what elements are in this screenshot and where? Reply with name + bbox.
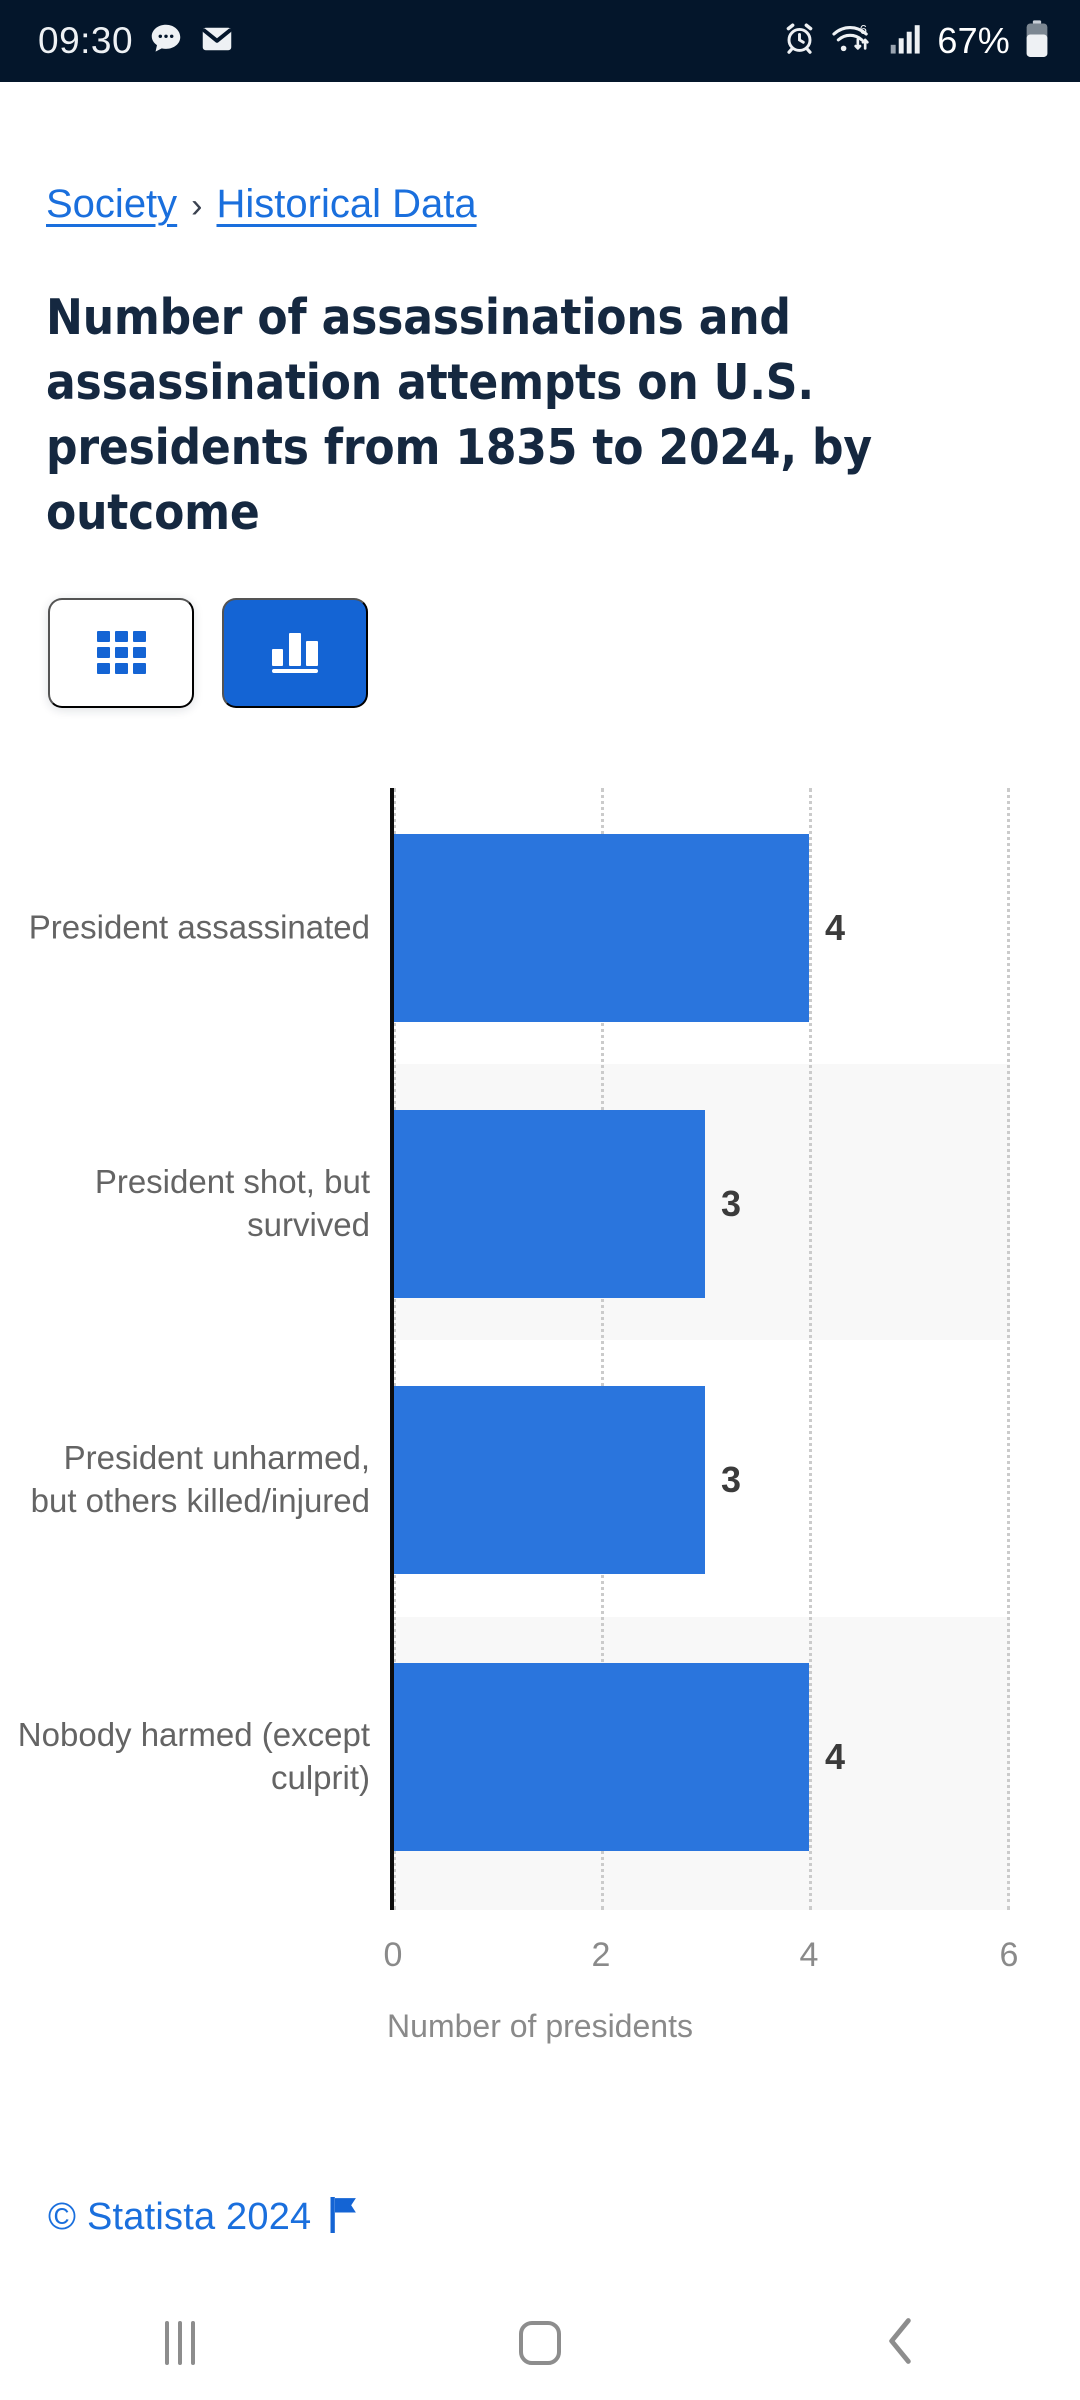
breadcrumb: Society › Historical Data bbox=[46, 182, 1080, 227]
bar-nobody-harmed[interactable] bbox=[393, 1662, 809, 1851]
battery-icon bbox=[1024, 19, 1050, 63]
bar-chart-icon bbox=[272, 631, 318, 675]
breadcrumb-separator: › bbox=[191, 187, 203, 225]
home-icon bbox=[519, 2321, 561, 2365]
plot-area bbox=[393, 787, 1010, 1910]
gridline-6 bbox=[1007, 787, 1010, 1910]
gridline-4 bbox=[809, 787, 812, 1910]
status-bar-left: 09:30 bbox=[38, 20, 235, 63]
page-content: Society › Historical Data Number of assa… bbox=[0, 82, 1080, 2044]
breadcrumb-item-society[interactable]: Society bbox=[46, 182, 177, 227]
svg-text:6: 6 bbox=[860, 22, 867, 37]
x-axis-ticks: 0 2 4 6 bbox=[0, 1936, 1080, 1996]
footer: © Statista 2024 bbox=[48, 2196, 359, 2239]
view-toggle-group bbox=[48, 597, 1080, 708]
x-tick-0: 0 bbox=[383, 1935, 403, 1974]
status-bar-clock: 09:30 bbox=[38, 20, 134, 61]
status-bar-right: 6 67% bbox=[782, 19, 1050, 63]
category-label-nobody-harmed: Nobody harmed (except culprit) bbox=[17, 1715, 370, 1796]
x-tick-6: 6 bbox=[999, 1935, 1019, 1974]
chart-inner: 4 3 3 4 President assassinated President… bbox=[0, 770, 1080, 2044]
android-nav-bar bbox=[0, 2286, 1080, 2400]
phone-screen: 09:30 6 67% Society › Historical Data Nu… bbox=[0, 0, 1080, 2400]
status-bar: 09:30 6 67% bbox=[0, 0, 1080, 82]
back-chevron-icon bbox=[877, 2315, 923, 2372]
signal-bars-icon bbox=[889, 23, 923, 60]
message-bubble-icon bbox=[147, 20, 185, 63]
copyright-label: © Statista 2024 bbox=[48, 2196, 312, 2238]
category-label-president-shot-survived: President shot, but survived bbox=[94, 1162, 370, 1243]
table-view-button[interactable] bbox=[48, 597, 194, 708]
alarm-icon bbox=[782, 21, 817, 61]
email-icon bbox=[199, 21, 235, 62]
page-title: Number of assassinations and assassinati… bbox=[46, 289, 872, 542]
nav-back-button[interactable] bbox=[720, 2315, 1080, 2372]
bar-president-unharmed-others-killed[interactable] bbox=[393, 1385, 705, 1574]
grid-icon bbox=[96, 631, 146, 675]
breadcrumb-item-historical-data[interactable]: Historical Data bbox=[217, 182, 477, 227]
y-axis-line bbox=[390, 787, 394, 1910]
battery-percent-label: 67% bbox=[937, 20, 1010, 61]
nav-home-button[interactable] bbox=[360, 2321, 720, 2365]
nav-recents-button[interactable] bbox=[0, 2321, 360, 2365]
category-label-president-unharmed: President unharmed, but others killed/in… bbox=[30, 1438, 370, 1519]
recents-icon bbox=[165, 2321, 195, 2365]
x-tick-2: 2 bbox=[591, 1935, 611, 1974]
flag-icon[interactable] bbox=[329, 2197, 359, 2238]
wifi-6-icon: 6 bbox=[831, 21, 875, 62]
x-axis-label: Number of presidents bbox=[387, 2007, 693, 2044]
chart-view-button[interactable] bbox=[222, 597, 368, 708]
bar-president-assassinated[interactable] bbox=[393, 833, 809, 1022]
bar-president-shot-survived[interactable] bbox=[393, 1109, 705, 1298]
category-label-president-assassinated: President assassinated bbox=[28, 908, 370, 946]
x-tick-4: 4 bbox=[799, 1935, 819, 1974]
bar-chart: 4 3 3 4 President assassinated President… bbox=[0, 770, 1080, 2044]
category-label-layer: President assassinated President shot, b… bbox=[0, 788, 370, 1910]
